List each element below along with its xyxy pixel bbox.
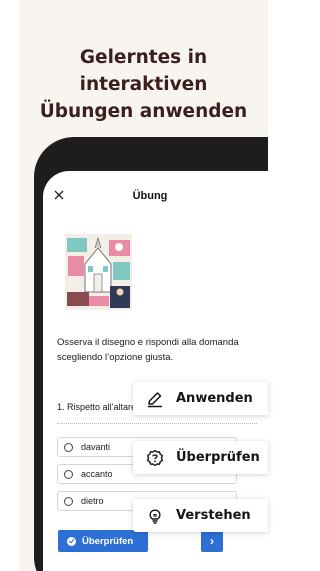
- next-button[interactable]: ›: [201, 530, 223, 552]
- church-illustration: [65, 234, 132, 310]
- check-circle-icon: [67, 536, 76, 546]
- option-label: dietro: [81, 496, 104, 506]
- headline-line-1: Gelerntes in interaktiven: [79, 47, 208, 95]
- option-label: accanto: [81, 469, 113, 479]
- chip-label: Verstehen: [176, 508, 251, 523]
- pencil-icon: [148, 391, 162, 407]
- chevron-right-icon: ›: [210, 534, 214, 548]
- chip-ueberpruefen: Überprüfen: [133, 441, 268, 474]
- lightbulb-icon: [149, 508, 161, 524]
- close-icon[interactable]: [52, 188, 66, 202]
- radio-icon: [64, 496, 73, 506]
- headline: Gelerntes in interaktiven Übungen anwend…: [19, 44, 268, 125]
- radio-icon: [64, 442, 73, 452]
- chip-label: Überprüfen: [176, 450, 260, 465]
- phone-notch: [118, 137, 198, 167]
- check-button-label: Überprüfen: [82, 535, 134, 547]
- question-badge-icon: [147, 449, 163, 466]
- chip-anwenden: Anwenden: [133, 382, 268, 415]
- chip-verstehen: Verstehen: [133, 499, 268, 532]
- radio-icon: [64, 469, 73, 479]
- exercise-prompt: Osserva il disegno e rispondi alla doman…: [57, 337, 239, 363]
- check-button[interactable]: Überprüfen: [58, 530, 148, 552]
- answer-blank-line: [57, 423, 257, 424]
- option-label: davanti: [81, 442, 111, 452]
- chip-label: Anwenden: [176, 391, 253, 406]
- screen-title: Übung: [132, 190, 168, 202]
- headline-line-2: Übungen anwenden: [39, 101, 248, 122]
